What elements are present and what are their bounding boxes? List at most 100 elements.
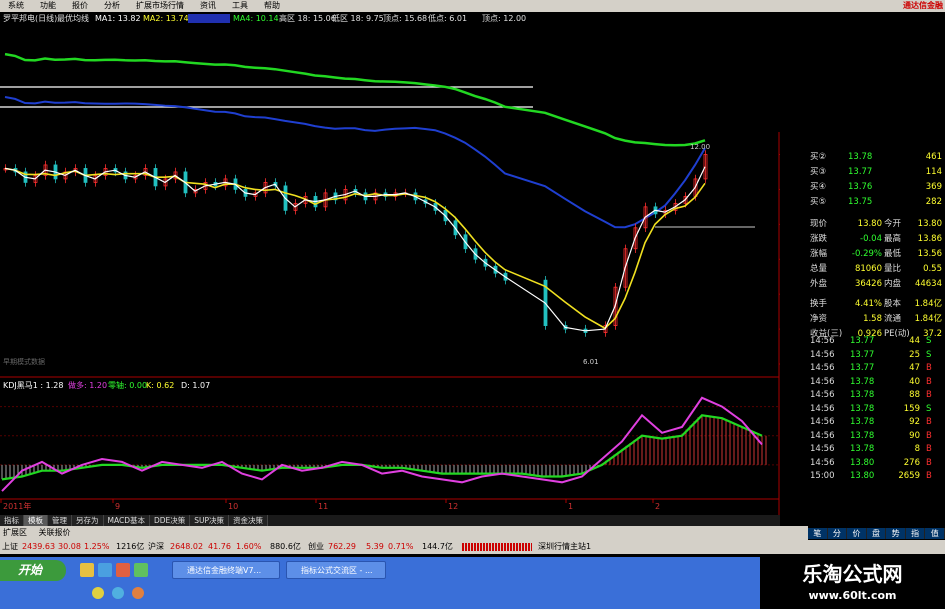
tab-fund[interactable]: 资金决策 (229, 515, 269, 526)
tick-side: B (926, 457, 932, 468)
high-annotation: 12.00 (690, 143, 710, 151)
tick-time: 14:56 (810, 457, 835, 468)
tick-row: 15:00 13.80 2659 B (808, 470, 945, 483)
explorer-icon[interactable] (98, 563, 112, 577)
indicator-tabs: 指标 模板 管理 另存为 MACD基本 DDE决策 SUP决策 资金决策 (0, 515, 780, 526)
tick-volume: 2659 (898, 471, 920, 481)
tray-icon-3[interactable] (132, 587, 144, 599)
task-tdx-terminal[interactable]: 通达信金融终端V7... (172, 561, 280, 579)
tick-time: 14:56 (810, 444, 835, 454)
tick-side: B (926, 471, 932, 481)
start-label: 开始 (18, 563, 43, 577)
menu-help[interactable]: 帮助 (256, 0, 288, 12)
sh-change: 30.08 (58, 542, 81, 551)
menu-quote[interactable]: 报价 (64, 0, 96, 12)
tick-price: 13.78 (850, 390, 875, 400)
sh-amount: 1216亿 (116, 542, 145, 551)
sz-amount: 880.6亿 (270, 542, 301, 551)
tick-price: 13.77 (850, 336, 875, 346)
menu-analysis[interactable]: 分析 (96, 0, 128, 12)
sz-label: 沪深 (148, 542, 164, 551)
stat-value: 36426 (854, 279, 882, 289)
start-button[interactable]: 开始 (0, 560, 66, 581)
ie-icon[interactable] (80, 563, 94, 577)
bid-volume: 282 (925, 197, 942, 207)
side-tab-trade[interactable]: 笔 (808, 528, 828, 539)
menu-function[interactable]: 功能 (32, 0, 64, 12)
tick-row: 14:56 13.77 25 S (808, 349, 945, 362)
bid-price: 13.75 (848, 197, 873, 207)
price-chart[interactable]: 罗平邦电(日线) 最优均线 MA1: 13.82 MA2: 13.74 MA4:… (0, 12, 808, 515)
tick-price: 13.78 (850, 417, 875, 427)
tab-macd[interactable]: MACD基本 (103, 515, 150, 526)
side-tab-minute[interactable]: 分 (827, 528, 848, 539)
bid-volume: 114 (925, 167, 942, 177)
tick-price: 13.80 (850, 457, 875, 468)
tick-volume: 276 (903, 457, 920, 468)
stat-value: 13.80 (917, 219, 942, 229)
stat-label: 换手 (810, 299, 828, 309)
stat-value: -0.29% (851, 249, 882, 259)
indicator-name: 最优均线 (57, 13, 89, 23)
month-label: 11 (318, 502, 328, 511)
tab-sup[interactable]: SUP决策 (190, 515, 230, 526)
menu-system[interactable]: 系统 (0, 0, 32, 12)
quote-row: 换手 4.41% 股本 1.84亿 (780, 297, 945, 312)
tick-time: 14:56 (810, 417, 835, 427)
tick-volume: 40 (909, 376, 920, 387)
menu-info[interactable]: 资讯 (192, 0, 224, 12)
task-formula-forum[interactable]: 指标公式交流区 - ... (286, 561, 386, 579)
tick-volume: 92 (909, 417, 920, 427)
tick-volume: 8 (914, 444, 920, 454)
top-point-label: 顶点: 15.68 (383, 14, 427, 23)
kdj-k: K: 0.62 (146, 381, 174, 390)
cy-amount: 144.7亿 (422, 542, 453, 551)
tick-time: 14:56 (810, 430, 835, 441)
quote-row: 买⑤ 13.75 282 (780, 195, 945, 210)
tab-template[interactable]: 模板 (24, 515, 48, 526)
tab-dde[interactable]: DDE决策 (149, 515, 191, 526)
side-tab-price[interactable]: 价 (847, 528, 867, 539)
tab-indicator[interactable]: 指标 (0, 515, 24, 526)
menu-tools[interactable]: 工具 (224, 0, 256, 12)
stat-label: 最高 (884, 234, 902, 244)
station-label: 深圳行情主站1 (538, 542, 592, 551)
tick-price: 13.77 (850, 363, 875, 373)
side-tab-book[interactable]: 盘 (866, 528, 887, 539)
quote-row: 外盘 36426 内盘 44634 (780, 277, 945, 292)
quote-row: 买④ 13.76 369 (780, 180, 945, 195)
quote-row: 总量 81060 量比 0.55 (780, 262, 945, 277)
tick-price: 13.78 (850, 444, 875, 454)
tick-volume: 25 (909, 349, 920, 360)
watermark-url: www.60lt.com (808, 589, 897, 602)
side-tab-value[interactable]: 值 (925, 528, 945, 539)
tray-icon-1[interactable] (92, 587, 104, 599)
bid-label: 买④ (810, 182, 827, 192)
tick-row: 14:56 13.78 159 S (808, 403, 945, 416)
sz-pct: 1.60% (236, 542, 262, 551)
month-label: 12 (448, 502, 458, 511)
quote-row: 涨幅 -0.29% 最低 13.56 (780, 247, 945, 262)
media-icon[interactable] (116, 563, 130, 577)
tick-time: 14:56 (810, 349, 835, 360)
app-icon[interactable] (134, 563, 148, 577)
related-quote-tab[interactable]: 关联报价 (36, 528, 71, 537)
month-label: 9 (115, 502, 120, 511)
menu-ext-market[interactable]: 扩展市场行情 (128, 0, 192, 12)
side-tab-index[interactable]: 指 (905, 528, 926, 539)
side-tab-trend[interactable]: 势 (886, 528, 906, 539)
stat-value: 44634 (914, 279, 942, 289)
index-bar: 上证 2439.63 30.08 1.25% 1216亿 沪深 2648.02 … (0, 540, 945, 554)
tab-manage[interactable]: 管理 (48, 515, 72, 526)
ext-area-tab[interactable]: 扩展区 (0, 528, 27, 537)
stat-value: 4.41% (854, 299, 882, 309)
tick-row: 14:56 13.78 90 B (808, 430, 945, 443)
stock-name: 罗平邦电(日线) (3, 13, 57, 23)
tick-side: S (926, 349, 932, 360)
tray-icon-2[interactable] (112, 587, 124, 599)
tick-side: B (926, 390, 932, 400)
stat-value: 1.58 (863, 314, 882, 324)
bid-price: 13.77 (848, 167, 873, 177)
tab-save-as[interactable]: 另存为 (72, 515, 104, 526)
tick-price: 13.78 (850, 403, 875, 414)
